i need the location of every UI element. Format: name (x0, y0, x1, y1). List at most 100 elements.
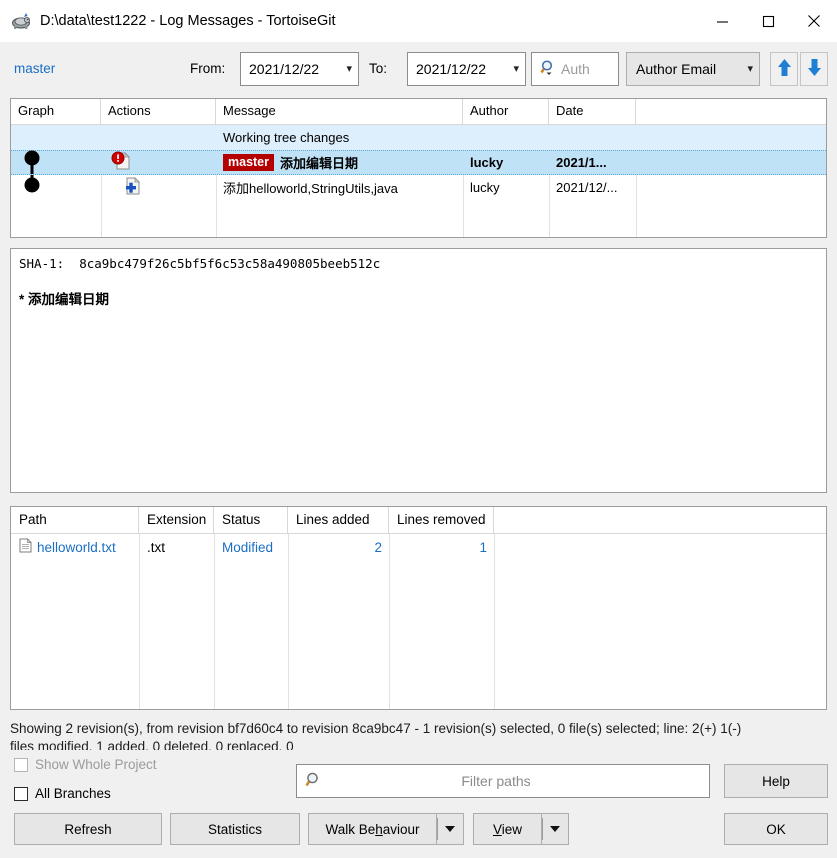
column-divider (139, 534, 140, 709)
window-title: D:\data\test1222 - Log Messages - Tortoi… (40, 13, 336, 29)
statistics-button[interactable]: Statistics (170, 813, 300, 845)
maximize-icon[interactable] (745, 0, 791, 42)
added-icon (121, 176, 141, 199)
file-list-header: Path Extension Status Lines added Lines … (11, 507, 826, 534)
file-path-text: helloworld.txt (37, 539, 116, 555)
search-input[interactable]: Auth (531, 51, 619, 86)
row-message: master 添加编辑日期 (216, 150, 463, 175)
row-date: 2021/1... (556, 155, 607, 170)
commit-node-icon (22, 175, 42, 200)
log-list-pane[interactable]: Graph Actions Message Author Date Workin… (10, 98, 827, 238)
row-message: 添加helloworld,StringUtils,java (216, 175, 463, 200)
walk-behaviour-split-button[interactable]: Walk Behaviour (308, 813, 464, 845)
row-author (463, 125, 549, 150)
triangle-down-icon (445, 826, 455, 832)
modified-icon (111, 151, 131, 174)
commit-message: * 添加编辑日期 (19, 292, 110, 307)
search-field-select[interactable]: Author Email ▾ (626, 51, 760, 86)
column-header-message[interactable]: Message (216, 99, 463, 124)
row-graph (11, 125, 101, 150)
refresh-button[interactable]: Refresh (14, 813, 162, 845)
chevron-down-icon: ▾ (346, 63, 352, 75)
column-header-date[interactable]: Date (549, 99, 636, 124)
file-path-cell: helloworld.txt (11, 534, 139, 560)
from-date-picker[interactable]: 2021/12/22 ▾ (240, 51, 359, 86)
column-header-actions[interactable]: Actions (101, 99, 216, 124)
column-header-status[interactable]: Status (214, 507, 288, 533)
file-lines-removed-cell: 1 (479, 539, 487, 555)
arrow-down-icon (806, 58, 823, 80)
row-message: Working tree changes (216, 125, 463, 150)
row-date (549, 125, 636, 150)
to-date-value: 2021/12/22 (416, 60, 487, 77)
table-row[interactable]: 添加helloworld,StringUtils,java lucky 2021… (11, 175, 826, 200)
from-date-value: 2021/12/22 (249, 60, 320, 77)
walk-behaviour-dropdown[interactable] (437, 813, 464, 845)
view-dropdown[interactable] (542, 813, 569, 845)
walk-behaviour-button[interactable]: Walk Behaviour (308, 813, 437, 845)
magnifier-icon (305, 771, 323, 792)
ok-button[interactable]: OK (724, 813, 828, 845)
filter-paths-input[interactable]: Filter paths (296, 764, 710, 798)
row-actions (101, 175, 216, 200)
window-controls (699, 0, 837, 42)
minimize-icon[interactable] (699, 0, 745, 42)
help-button[interactable]: Help (724, 764, 828, 798)
close-icon[interactable] (791, 0, 837, 42)
triangle-down-icon (550, 826, 560, 832)
filter-toolbar: master From: 2021/12/22 ▾ To: 2021/12/22… (0, 42, 837, 95)
view-button[interactable]: View (473, 813, 542, 845)
status-line-1: Showing 2 revision(s), from revision bf7… (10, 721, 742, 736)
chevron-down-icon: ▾ (513, 63, 519, 75)
status-line-2: files modified, 1 added, 0 deleted, 0 re… (10, 739, 294, 750)
row-actions (101, 150, 216, 175)
search-field-value: Author Email (636, 60, 717, 77)
show-whole-project-checkbox: Show Whole Project (14, 757, 157, 772)
commit-detail-pane[interactable]: SHA-1: 8ca9bc479f26c5bf5f6c53c58a490805b… (10, 248, 827, 493)
column-divider (494, 534, 495, 709)
changed-files-pane[interactable]: Path Extension Status Lines added Lines … (10, 506, 827, 710)
all-branches-checkbox[interactable]: All Branches (14, 786, 111, 801)
log-list-header: Graph Actions Message Author Date (11, 99, 826, 125)
table-row[interactable]: Working tree changes (11, 125, 826, 150)
find-next-button[interactable] (800, 51, 828, 86)
list-item[interactable]: helloworld.txt .txt Modified 2 1 (11, 534, 826, 560)
column-header-author[interactable]: Author (463, 99, 549, 124)
view-split-button[interactable]: View (473, 813, 569, 845)
title-bar: D:\data\test1222 - Log Messages - Tortoi… (0, 0, 837, 42)
table-row[interactable]: master 添加编辑日期 lucky 2021/1... (11, 150, 826, 175)
column-divider (389, 534, 390, 709)
walk-behaviour-label: Walk Behaviour (325, 821, 420, 837)
row-author: lucky (470, 155, 504, 170)
column-header-graph[interactable]: Graph (11, 99, 101, 124)
current-branch-link[interactable]: master (14, 61, 55, 76)
search-placeholder: Auth (561, 60, 590, 77)
find-previous-button[interactable] (770, 51, 798, 86)
row-graph (11, 175, 101, 200)
commit-node-icon (22, 150, 42, 175)
to-date-picker[interactable]: 2021/12/22 ▾ (407, 51, 526, 86)
row-actions (101, 125, 216, 150)
tortoisegit-icon (10, 10, 32, 32)
row-author: lucky (470, 180, 500, 195)
from-label: From: (190, 61, 226, 76)
column-header-lines-removed[interactable]: Lines removed (389, 507, 494, 533)
file-status-cell: Modified (222, 539, 274, 555)
column-divider (214, 534, 215, 709)
column-header-path[interactable]: Path (11, 507, 139, 533)
view-label: View (492, 821, 523, 837)
arrow-up-icon (776, 58, 793, 80)
checkbox-label: All Branches (35, 786, 111, 801)
column-header-lines-added[interactable]: Lines added (288, 507, 389, 533)
checkbox-label: Show Whole Project (35, 757, 157, 772)
commit-sha: SHA-1: 8ca9bc479f26c5bf5f6c53c58a490805b… (19, 256, 381, 271)
row-date: 2021/12/... (556, 180, 618, 195)
checkbox-box[interactable] (14, 786, 28, 801)
column-header-extension[interactable]: Extension (139, 507, 214, 533)
ref-label-master[interactable]: master (223, 153, 274, 172)
status-summary: Showing 2 revision(s), from revision bf7… (10, 720, 830, 750)
chevron-down-icon: ▾ (747, 63, 753, 75)
checkbox-box (14, 757, 28, 772)
magnifier-icon (540, 59, 557, 79)
file-extension-cell: .txt (147, 539, 166, 555)
